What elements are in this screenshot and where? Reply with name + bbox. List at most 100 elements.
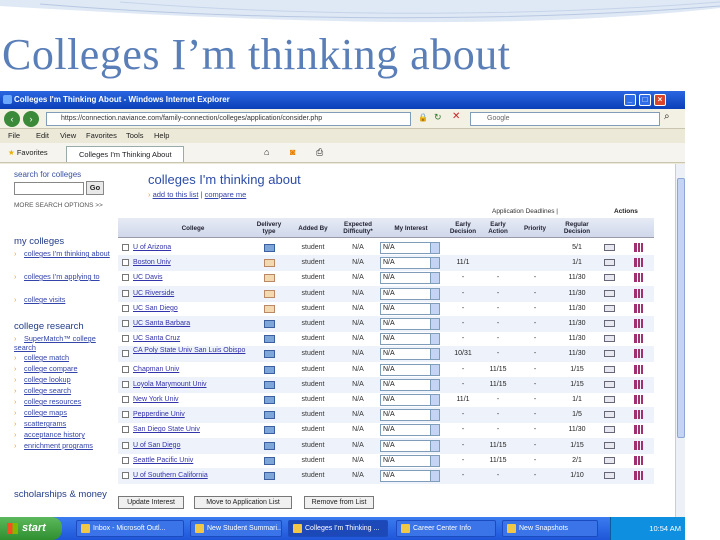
sidebar-research-link[interactable]: › scattergrams <box>14 419 110 428</box>
interest-select[interactable]: N/A <box>380 454 440 467</box>
graph-action[interactable] <box>634 468 646 484</box>
college-name-link[interactable]: New York Univ <box>133 392 253 408</box>
sidebar-research-link[interactable]: › college search <box>14 386 110 395</box>
col-priority[interactable]: Priority <box>518 218 552 238</box>
row-checkbox[interactable] <box>122 456 129 464</box>
go-button[interactable]: Go <box>86 181 104 195</box>
email-action[interactable] <box>604 362 616 378</box>
graph-action[interactable] <box>634 438 646 454</box>
favorites-button[interactable]: ★ Favorites <box>8 146 48 160</box>
sidebar-link-thinking[interactable]: › colleges I'm thinking about <box>14 249 110 258</box>
graph-action[interactable] <box>634 240 646 256</box>
college-name-link[interactable]: Chapman Univ <box>133 362 253 378</box>
college-name-link[interactable]: San Diego State Univ <box>133 422 253 438</box>
move-to-application-button[interactable]: Move to Application List <box>194 496 292 509</box>
email-action[interactable] <box>604 331 616 347</box>
chevron-down-icon[interactable] <box>430 273 439 284</box>
sidebar-research-link[interactable]: › college resources <box>14 397 110 406</box>
chevron-down-icon[interactable] <box>430 471 439 481</box>
menu-edit[interactable]: Edit <box>36 129 49 143</box>
chevron-down-icon[interactable] <box>430 410 439 421</box>
interest-select[interactable]: N/A <box>380 439 440 452</box>
browser-search-field[interactable]: Google <box>470 112 660 126</box>
email-action[interactable] <box>604 468 616 484</box>
college-name-link[interactable]: UC Riverside <box>133 286 253 302</box>
chevron-down-icon[interactable] <box>430 425 439 436</box>
minimize-button[interactable]: _ <box>624 94 636 106</box>
graph-action[interactable] <box>634 331 646 347</box>
interest-select[interactable]: N/A <box>380 302 440 315</box>
graph-action[interactable] <box>634 270 646 286</box>
address-field[interactable]: https://connection.naviance.com/family-c… <box>46 112 411 126</box>
interest-select[interactable]: N/A <box>380 272 440 285</box>
college-name-link[interactable]: CA Poly State Univ San Luis Obispo <box>133 346 253 362</box>
interest-select[interactable]: N/A <box>380 242 440 254</box>
row-checkbox[interactable] <box>122 304 129 312</box>
interest-select[interactable]: N/A <box>380 424 440 437</box>
remove-from-list-button[interactable]: Remove from List <box>304 496 374 509</box>
row-checkbox[interactable] <box>122 380 129 388</box>
add-to-list-link[interactable]: add to this list <box>153 190 199 199</box>
email-action[interactable] <box>604 286 616 302</box>
college-name-link[interactable]: UC Davis <box>133 270 253 286</box>
col-college[interactable]: College <box>133 218 253 238</box>
scrollbar-thumb[interactable] <box>677 178 685 438</box>
stop-icon[interactable]: ✕ <box>452 111 460 122</box>
print-icon[interactable]: ⎙ <box>316 147 323 158</box>
graph-action[interactable] <box>634 362 646 378</box>
graph-action[interactable] <box>634 422 646 438</box>
chevron-down-icon[interactable] <box>430 303 439 314</box>
col-difficulty[interactable]: Expected Difficulty* <box>338 218 378 238</box>
search-icon[interactable]: ⌕ <box>664 111 670 122</box>
refresh-icon[interactable]: ↻ <box>434 112 442 123</box>
email-action[interactable] <box>604 453 616 469</box>
menu-tools[interactable]: Tools <box>126 129 144 143</box>
compare-me-link[interactable]: compare me <box>205 190 247 199</box>
col-interest[interactable]: My Interest <box>384 218 438 238</box>
taskbar-item[interactable]: Colleges I'm Thinking ... <box>288 520 388 537</box>
sidebar-research-link[interactable]: › college lookup <box>14 375 110 384</box>
college-name-link[interactable]: U of Southern California <box>133 468 253 484</box>
row-checkbox[interactable] <box>122 320 129 327</box>
graph-action[interactable] <box>634 377 646 393</box>
interest-select[interactable]: N/A <box>380 348 440 361</box>
sidebar-research-link[interactable]: › acceptance history <box>14 430 110 439</box>
maximize-button[interactable]: □ <box>639 94 651 106</box>
graph-action[interactable] <box>634 346 646 362</box>
chevron-down-icon[interactable] <box>430 319 439 329</box>
menu-help[interactable]: Help <box>154 129 169 143</box>
graph-action[interactable] <box>634 301 646 317</box>
row-checkbox[interactable] <box>122 274 129 282</box>
update-interest-button[interactable]: Update Interest <box>118 496 184 509</box>
interest-select[interactable]: N/A <box>380 333 440 346</box>
interest-select[interactable]: N/A <box>380 318 440 330</box>
sidebar-research-link[interactable]: › college compare <box>14 364 110 373</box>
row-checkbox[interactable] <box>122 244 129 251</box>
email-action[interactable] <box>604 301 616 317</box>
row-checkbox[interactable] <box>122 259 129 267</box>
chevron-down-icon[interactable] <box>430 334 439 345</box>
row-checkbox[interactable] <box>122 396 129 403</box>
taskbar-item[interactable]: Inbox - Microsoft Outl... <box>76 520 184 537</box>
home-icon[interactable]: ⌂ <box>264 147 269 157</box>
chevron-down-icon[interactable] <box>430 349 439 360</box>
college-name-link[interactable]: UC Santa Barbara <box>133 316 253 332</box>
taskbar-item[interactable]: New Student Summari... <box>190 520 282 537</box>
college-name-link[interactable]: UC San Diego <box>133 301 253 317</box>
email-action[interactable] <box>604 377 616 393</box>
email-action[interactable] <box>604 316 616 332</box>
row-checkbox[interactable] <box>122 289 129 297</box>
row-checkbox[interactable] <box>122 426 129 434</box>
row-checkbox[interactable] <box>122 365 129 373</box>
chevron-down-icon[interactable] <box>430 455 439 466</box>
email-action[interactable] <box>604 392 616 408</box>
email-action[interactable] <box>604 240 616 256</box>
close-button[interactable]: × <box>654 94 666 106</box>
college-name-link[interactable]: UC Santa Cruz <box>133 331 253 347</box>
sidebar-research-link[interactable]: › enrichment programs <box>14 441 110 450</box>
interest-select[interactable]: N/A <box>380 378 440 391</box>
email-action[interactable] <box>604 255 616 271</box>
sidebar-research-link[interactable]: › SuperMatch™ college search <box>14 334 110 352</box>
vertical-scrollbar[interactable] <box>675 164 685 517</box>
college-search-input[interactable] <box>14 182 84 195</box>
